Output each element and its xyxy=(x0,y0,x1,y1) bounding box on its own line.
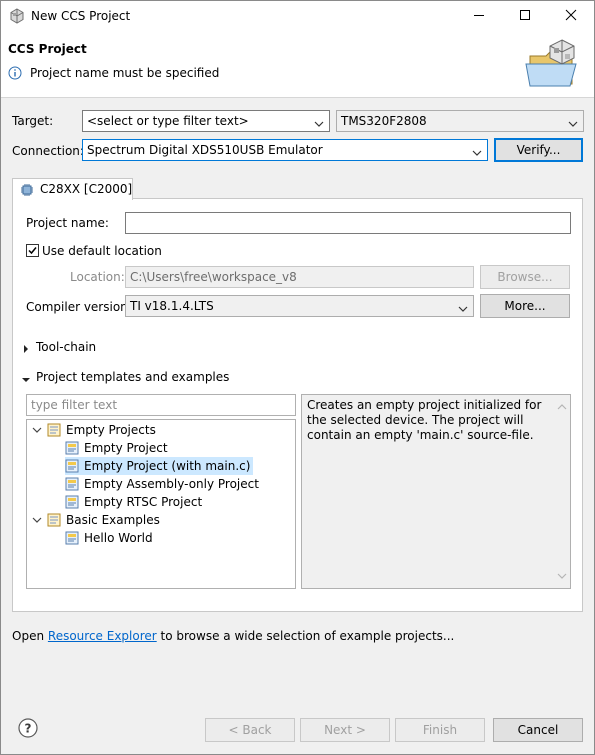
chevron-down-icon xyxy=(314,115,324,127)
chevron-down-icon xyxy=(458,300,468,312)
browse-button[interactable]: Browse... xyxy=(480,265,570,289)
template-icon xyxy=(65,441,79,455)
more-button[interactable]: More... xyxy=(480,294,570,318)
info-icon xyxy=(8,66,22,80)
tree-item-empty-project[interactable]: Empty Project xyxy=(65,439,168,457)
tree-item-empty-assembly-project[interactable]: Empty Assembly-only Project xyxy=(65,475,259,493)
location-label: Location: xyxy=(70,270,125,284)
tab-c28xx[interactable]: C28XX [C2000] xyxy=(12,178,133,200)
target-filter-combo[interactable]: <select or type filter text> xyxy=(82,110,330,132)
checkmark-icon xyxy=(28,247,37,255)
compiler-version-value: TI v18.1.4.LTS xyxy=(130,299,214,313)
target-label: Target: xyxy=(12,114,54,128)
resource-explorer-hint: Open Resource Explorer to browse a wide … xyxy=(12,629,455,643)
connection-value: Spectrum Digital XDS510USB Emulator xyxy=(87,143,323,157)
close-icon xyxy=(565,9,577,24)
verify-button[interactable]: Verify... xyxy=(494,138,583,162)
tree-item-basic-examples[interactable]: Basic Examples xyxy=(27,511,160,529)
target-device-value: TMS320F2808 xyxy=(341,114,427,128)
template-filter-input[interactable]: type filter text xyxy=(26,394,296,416)
chevron-down-icon[interactable] xyxy=(27,515,47,525)
template-icon xyxy=(65,495,79,509)
ccs-app-icon xyxy=(9,8,25,24)
chevron-down-icon xyxy=(472,144,482,156)
template-tree[interactable]: Empty Projects Empty Project Empty Proje… xyxy=(26,419,296,589)
page-title: CCS Project xyxy=(8,42,87,56)
wizard-header: CCS Project Project name must be specifi… xyxy=(1,32,594,98)
template-icon xyxy=(65,477,79,491)
window-title: New CCS Project xyxy=(31,9,131,23)
template-icon xyxy=(65,459,79,473)
back-button[interactable]: < Back xyxy=(205,718,295,742)
help-icon[interactable]: ? xyxy=(18,718,38,738)
resource-explorer-link[interactable]: Resource Explorer xyxy=(48,629,157,643)
project-name-input[interactable] xyxy=(125,212,571,234)
templates-section-label[interactable]: Project templates and examples xyxy=(36,370,229,384)
collapse-down-icon[interactable] xyxy=(22,373,30,382)
finish-button[interactable]: Finish xyxy=(395,718,485,742)
minimize-icon xyxy=(473,9,485,24)
target-device-combo[interactable]: TMS320F2808 xyxy=(336,110,584,132)
compiler-version-label: Compiler version: xyxy=(26,300,132,314)
scroll-down-icon[interactable] xyxy=(557,569,567,583)
folder-wizard-icon xyxy=(524,36,582,90)
maximize-button[interactable] xyxy=(502,1,548,32)
close-button[interactable] xyxy=(548,1,594,32)
svg-text:?: ? xyxy=(25,722,32,736)
use-default-location-checkbox[interactable] xyxy=(26,244,39,257)
toolchain-section-label[interactable]: Tool-chain xyxy=(36,340,96,354)
tree-item-hello-world[interactable]: Hello World xyxy=(65,529,153,547)
template-icon xyxy=(65,531,79,545)
chevron-down-icon xyxy=(568,115,578,127)
template-folder-icon xyxy=(47,513,61,527)
chip-icon xyxy=(20,183,34,197)
tab-label: C28XX [C2000] xyxy=(40,182,133,196)
connection-combo[interactable]: Spectrum Digital XDS510USB Emulator xyxy=(82,139,488,161)
target-filter-value: <select or type filter text> xyxy=(87,114,249,128)
tree-item-empty-rtsc-project[interactable]: Empty RTSC Project xyxy=(65,493,202,511)
minimize-button[interactable] xyxy=(456,1,502,32)
scroll-up-icon[interactable] xyxy=(557,400,567,414)
project-name-label: Project name: xyxy=(26,216,109,230)
maximize-icon xyxy=(519,9,531,24)
description-scrollbar[interactable] xyxy=(553,395,570,588)
cancel-button[interactable]: Cancel xyxy=(493,718,583,742)
use-default-location-label[interactable]: Use default location xyxy=(42,244,162,258)
title-bar[interactable]: New CCS Project xyxy=(1,1,594,32)
description-text: Creates an empty project initialized for… xyxy=(307,398,542,442)
template-folder-icon xyxy=(47,423,61,437)
chevron-down-icon[interactable] xyxy=(27,425,47,435)
expand-right-icon[interactable] xyxy=(22,342,30,353)
header-message: Project name must be specified xyxy=(30,66,220,80)
compiler-version-combo[interactable]: TI v18.1.4.LTS xyxy=(125,295,474,317)
new-ccs-project-dialog: New CCS Project CCS Project Project name… xyxy=(0,0,595,755)
template-description: Creates an empty project initialized for… xyxy=(301,394,571,589)
next-button[interactable]: Next > xyxy=(300,718,390,742)
tree-item-empty-projects[interactable]: Empty Projects xyxy=(27,421,156,439)
connection-label: Connection: xyxy=(12,144,84,158)
location-input[interactable]: C:\Users\free\workspace_v8 xyxy=(125,266,474,288)
tree-item-empty-project-main[interactable]: Empty Project (with main.c) xyxy=(65,457,254,475)
